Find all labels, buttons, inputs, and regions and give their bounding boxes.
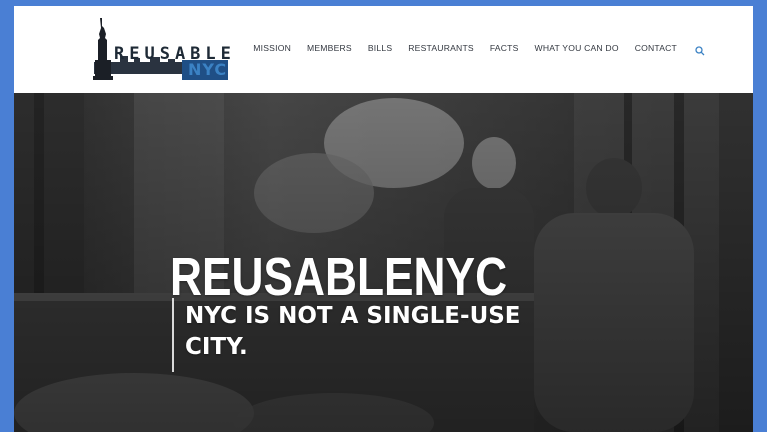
nav-item-what-you-can-do[interactable]: WHAT YOU CAN DO [535, 43, 619, 53]
nav-item-mission[interactable]: MISSION [253, 43, 291, 53]
nav-item-restaurants[interactable]: RESTAURANTS [408, 43, 474, 53]
hero-tagline-line2: CITY. [185, 334, 248, 360]
logo-nyc: NYC [188, 60, 228, 79]
nav-item-contact[interactable]: CONTACT [635, 43, 677, 53]
nav-item-facts[interactable]: FACTS [490, 43, 519, 53]
search-icon[interactable] [695, 43, 705, 56]
hero-tagline-line1: NYC IS NOT A SINGLE-USE [185, 303, 521, 329]
hero-title: REUSABLENYC [170, 247, 508, 308]
main-nav: MISSION MEMBERS BILLS RESTAURANTS FACTS … [237, 43, 705, 56]
nav-item-members[interactable]: MEMBERS [307, 43, 352, 53]
nav-item-bills[interactable]: BILLS [368, 43, 392, 53]
site-logo[interactable]: REUSABLE NYC [90, 16, 232, 82]
hero-tagline: NYC IS NOT A SINGLE-USE CITY. [185, 301, 565, 363]
hero-banner: REUSABLENYC NYC IS NOT A SINGLE-USE CITY… [14, 93, 753, 432]
tagline-accent-bar [172, 298, 174, 372]
browser-frame: REUSABLE NYC MISSION MEMBERS BILLS RESTA… [14, 6, 753, 432]
site-header: REUSABLE NYC MISSION MEMBERS BILLS RESTA… [14, 6, 753, 93]
